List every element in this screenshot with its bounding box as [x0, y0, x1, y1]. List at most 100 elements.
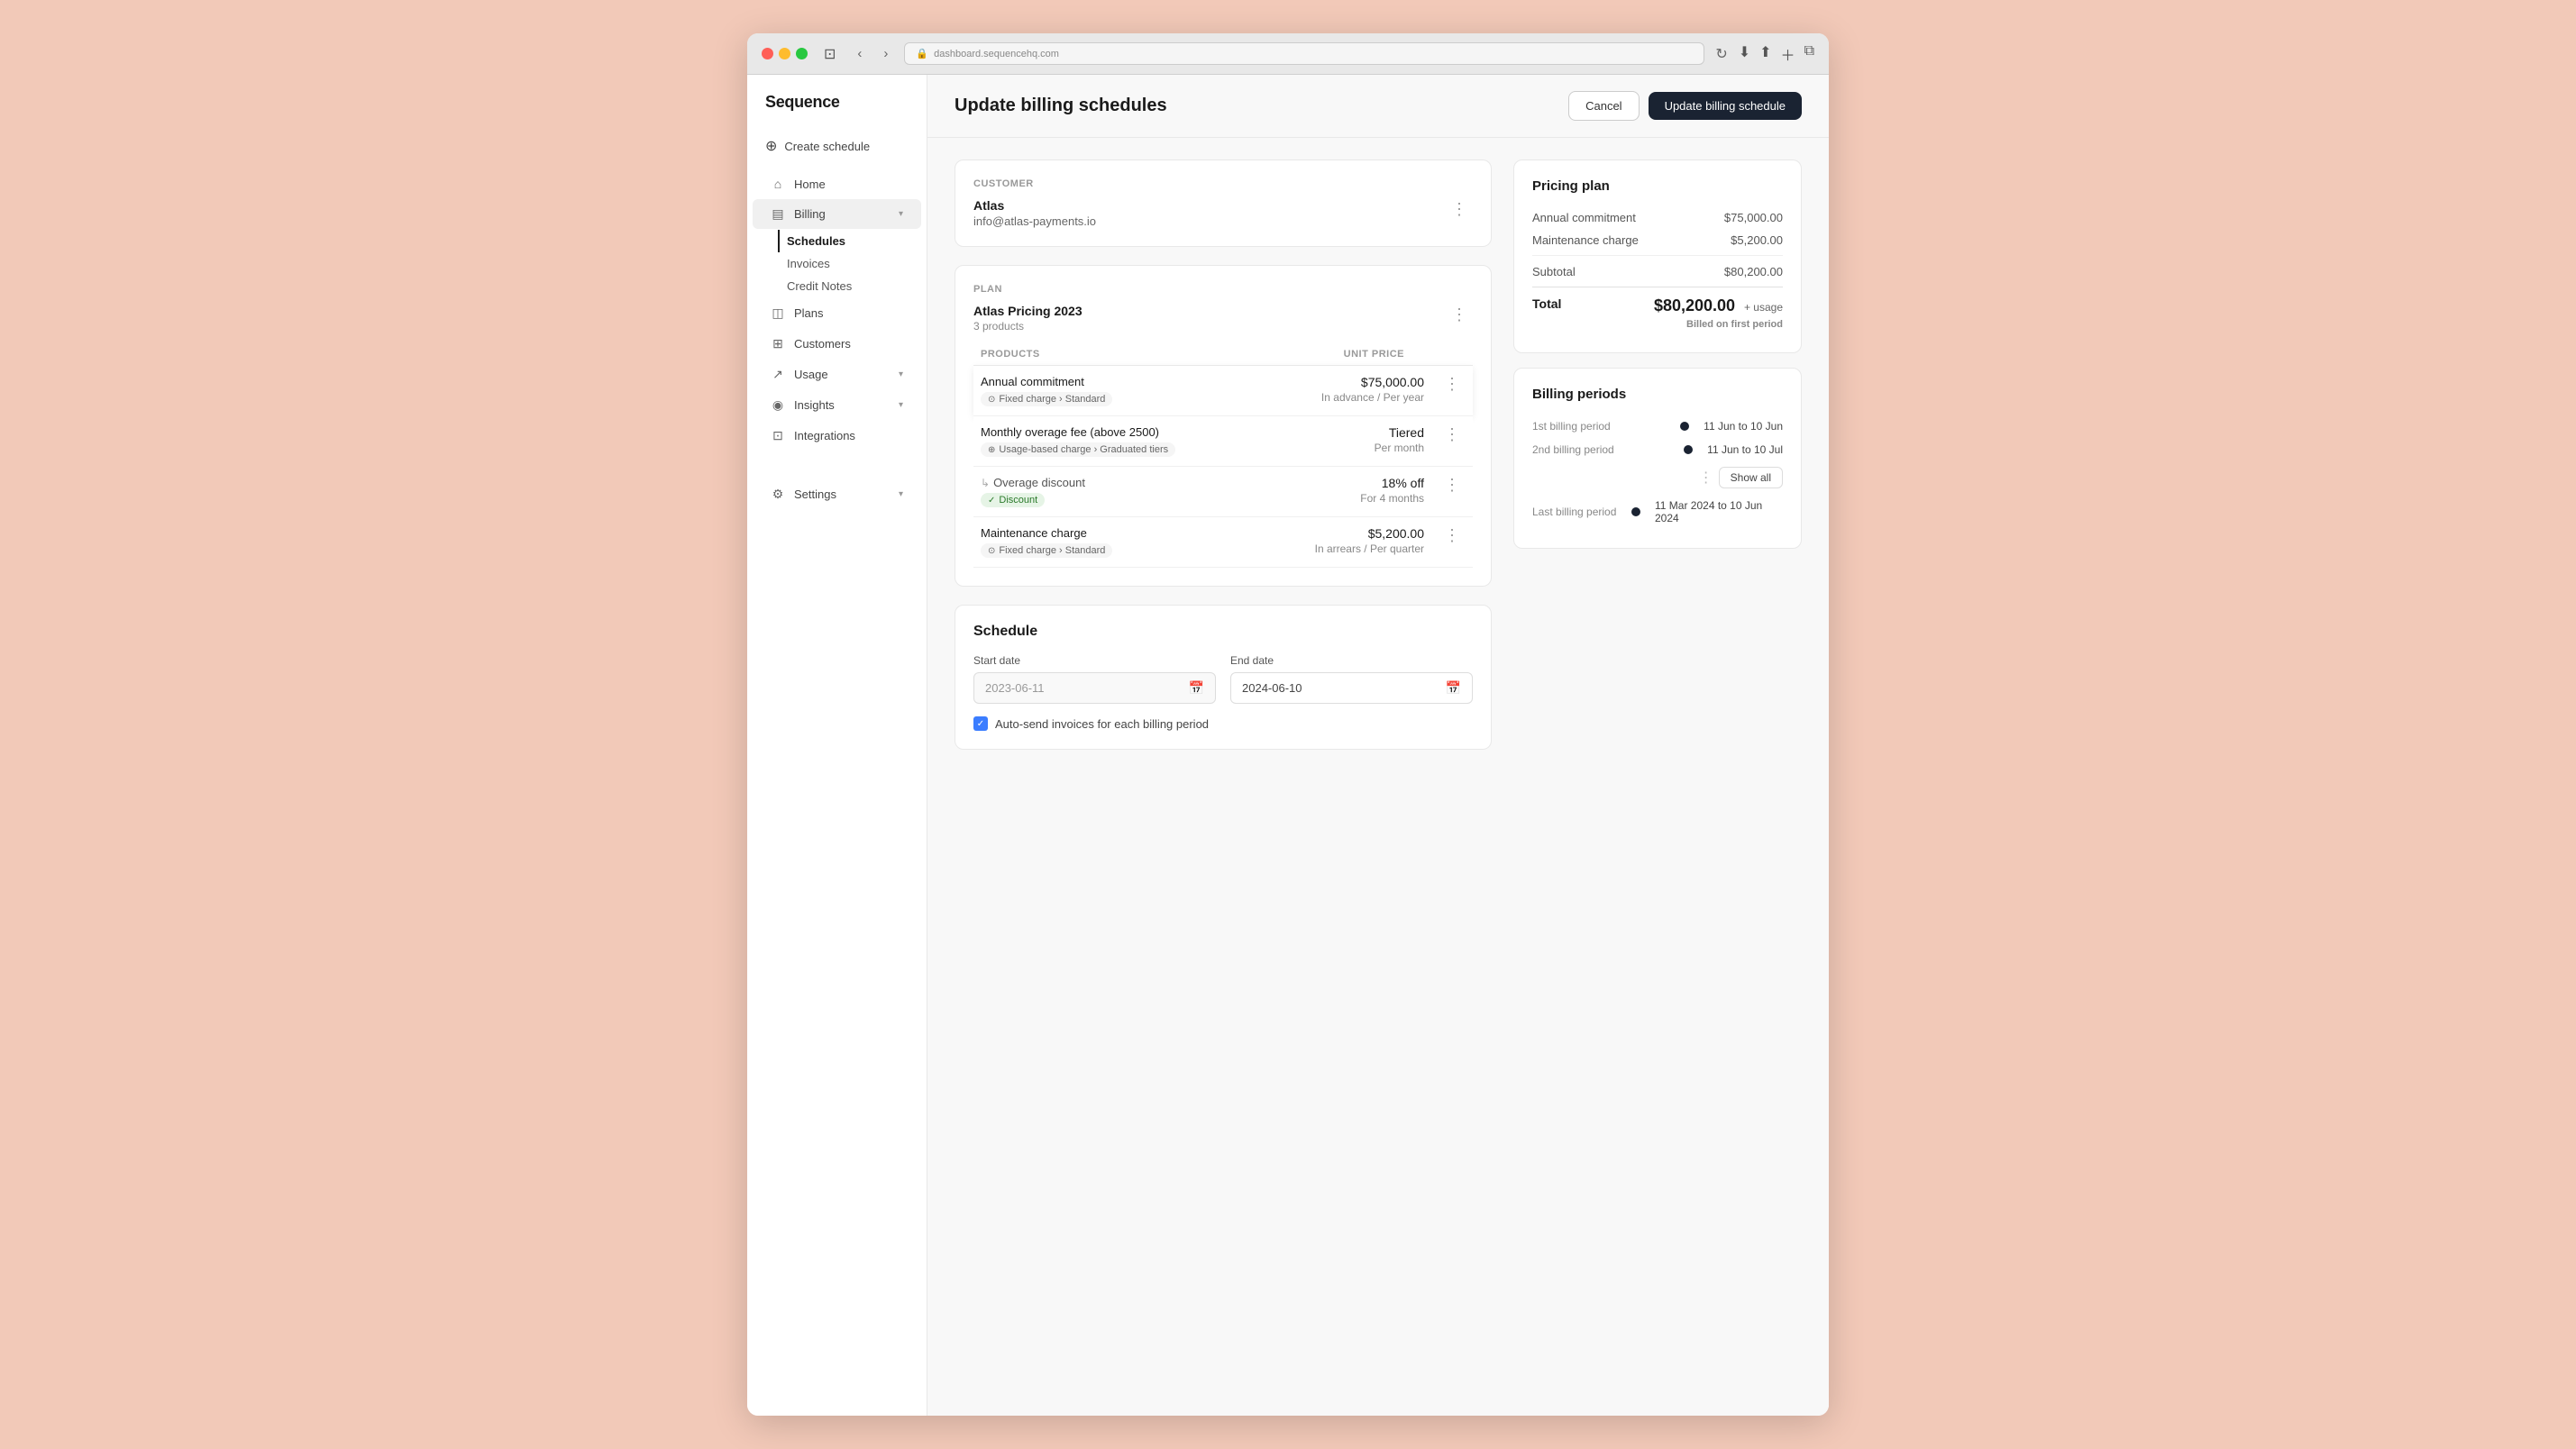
sidebar-item-schedules[interactable]: Schedules	[778, 230, 927, 252]
app-logo: Sequence	[747, 93, 927, 130]
row-menu-button[interactable]: ⋮	[1439, 524, 1466, 546]
create-schedule-label: Create schedule	[784, 140, 870, 153]
browser-window: ⊡ ‹ › 🔒 dashboard.sequencehq.com ↻ ⬇ ⬆ ＋…	[747, 33, 1829, 1416]
row-menu-button[interactable]: ⋮	[1439, 373, 1466, 395]
close-button[interactable]	[762, 48, 773, 59]
sub-arrow-icon: ↳	[981, 477, 990, 489]
col-unit-price: UNIT PRICE	[1261, 343, 1431, 366]
badge-icon: ✓	[988, 496, 995, 506]
minimize-button[interactable]	[779, 48, 790, 59]
address-bar[interactable]: 🔒 dashboard.sequencehq.com	[904, 42, 1704, 65]
price-cell: $75,000.00 In advance / Per year	[1261, 366, 1431, 416]
period-row: 2nd billing period 11 Jun to 10 Jul	[1532, 438, 1783, 461]
total-row: Total $80,200.00 + usage Billed on first…	[1532, 287, 1783, 334]
total-usage: + usage	[1744, 301, 1783, 314]
sidebar-item-invoices[interactable]: Invoices	[787, 252, 927, 275]
sidebar-item-credit-notes[interactable]: Credit Notes	[787, 275, 927, 297]
start-date-input[interactable]: 2023-06-11 📅	[973, 672, 1216, 704]
product-name: Annual commitment	[981, 375, 1254, 388]
schedule-title: Schedule	[973, 624, 1473, 640]
url-text: dashboard.sequencehq.com	[934, 49, 1059, 59]
auto-send-checkbox[interactable]: ✓	[973, 716, 988, 731]
last-period-right: 11 Mar 2024 to 10 Jun 2024	[1631, 499, 1783, 524]
periods-menu-button[interactable]: ⋮	[1699, 469, 1713, 487]
refresh-icon[interactable]: ↻	[1715, 45, 1727, 63]
sidebar-toggle-button[interactable]: ⊡	[818, 43, 841, 65]
last-period-date: 11 Mar 2024 to 10 Jun 2024	[1655, 499, 1783, 524]
share-icon[interactable]: ⬆	[1759, 43, 1771, 65]
show-all-row: ⋮ Show all	[1532, 461, 1783, 494]
sidebar-billing-label: Billing	[794, 207, 826, 221]
total-label: Total	[1532, 296, 1561, 311]
chevron-down-icon-insights: ▾	[899, 400, 903, 410]
forward-button[interactable]: ›	[878, 44, 893, 63]
sidebar-integrations-label: Integrations	[794, 429, 855, 442]
update-billing-schedule-button[interactable]: Update billing schedule	[1649, 92, 1802, 120]
sidebar: Sequence ⊕ Create schedule ⌂ Home ▤ Bill…	[747, 75, 927, 1416]
new-tab-icon[interactable]: ＋	[1781, 43, 1795, 65]
sidebar-item-customers[interactable]: ⊞ Customers	[753, 329, 921, 359]
billed-note: Billed on first period	[1654, 319, 1783, 330]
end-date-input[interactable]: 2024-06-10 📅	[1230, 672, 1473, 704]
cancel-button[interactable]: Cancel	[1568, 91, 1639, 121]
right-column: Pricing plan Annual commitment $75,000.0…	[1513, 159, 1802, 1394]
plan-menu-button[interactable]: ⋮	[1446, 304, 1473, 326]
calendar-icon-end: 📅	[1446, 680, 1461, 696]
pricing-line-row: Maintenance charge $5,200.00	[1532, 229, 1783, 251]
show-all-button[interactable]: Show all	[1719, 467, 1783, 488]
browser-chrome: ⊡ ‹ › 🔒 dashboard.sequencehq.com ↻ ⬇ ⬆ ＋…	[747, 33, 1829, 75]
product-badge: ⊙Fixed charge › Standard	[981, 392, 1112, 406]
period-date: 11 Jun to 10 Jul	[1707, 443, 1783, 456]
copy-icon[interactable]: ⧉	[1804, 43, 1814, 65]
maximize-button[interactable]	[796, 48, 808, 59]
pricing-row-value: $75,000.00	[1724, 211, 1783, 224]
end-date-label: End date	[1230, 654, 1473, 667]
plans-icon: ◫	[771, 305, 785, 321]
browser-actions: ⬇ ⬆ ＋ ⧉	[1739, 43, 1814, 65]
plan-info: Atlas Pricing 2023 3 products	[973, 304, 1082, 333]
product-name: Monthly overage fee (above 2500)	[981, 425, 1254, 439]
sidebar-item-home[interactable]: ⌂ Home	[753, 169, 921, 198]
period-right: 11 Jun to 10 Jul	[1684, 443, 1783, 456]
billing-icon: ▤	[771, 206, 785, 222]
row-menu-button[interactable]: ⋮	[1439, 424, 1466, 445]
customer-email: info@atlas-payments.io	[973, 214, 1096, 228]
plan-section-label: Plan	[973, 284, 1473, 295]
main-body: Customer Atlas info@atlas-payments.io ⋮ …	[927, 138, 1829, 1416]
sidebar-home-label: Home	[794, 178, 826, 191]
pricing-line-row: Annual commitment $75,000.00	[1532, 206, 1783, 229]
product-name: Maintenance charge	[981, 526, 1254, 540]
customer-name: Atlas	[973, 198, 1096, 213]
plan-name: Atlas Pricing 2023	[973, 304, 1082, 318]
plus-circle-icon: ⊕	[765, 137, 777, 155]
chevron-down-icon-usage: ▾	[899, 369, 903, 379]
download-icon[interactable]: ⬇	[1739, 43, 1750, 65]
badge-icon: ⊙	[988, 546, 995, 556]
date-row: Start date 2023-06-11 📅 End date 2024-06…	[973, 654, 1473, 704]
main-content: Update billing schedules Cancel Update b…	[927, 75, 1829, 1416]
product-badge: ✓Discount	[981, 493, 1045, 507]
row-menu-button[interactable]: ⋮	[1439, 474, 1466, 496]
customer-menu-button[interactable]: ⋮	[1446, 198, 1473, 221]
period-right: 11 Jun to 10 Jun	[1680, 420, 1783, 433]
pricing-plan-title: Pricing plan	[1532, 178, 1783, 194]
sidebar-customers-label: Customers	[794, 337, 851, 351]
sidebar-item-integrations[interactable]: ⊡ Integrations	[753, 421, 921, 451]
price-cell: 18% off For 4 months	[1261, 467, 1431, 517]
sidebar-settings-label: Settings	[794, 488, 836, 501]
create-schedule-button[interactable]: ⊕ Create schedule	[747, 130, 927, 162]
sidebar-item-plans[interactable]: ◫ Plans	[753, 298, 921, 328]
app-layout: Sequence ⊕ Create schedule ⌂ Home ▤ Bill…	[747, 75, 1829, 1416]
period-row: 1st billing period 11 Jun to 10 Jun	[1532, 415, 1783, 438]
last-period-dot	[1631, 507, 1640, 516]
sidebar-item-billing[interactable]: ▤ Billing ▾	[753, 199, 921, 229]
home-icon: ⌂	[771, 177, 785, 191]
back-button[interactable]: ‹	[852, 44, 867, 63]
sidebar-item-usage[interactable]: ↗ Usage ▾	[753, 360, 921, 389]
sidebar-item-insights[interactable]: ◉ Insights ▾	[753, 390, 921, 420]
price-main: Tiered	[1268, 425, 1424, 440]
price-cell: $5,200.00 In arrears / Per quarter	[1261, 517, 1431, 568]
sidebar-item-settings[interactable]: ⚙ Settings ▾	[753, 479, 921, 509]
billing-periods-title: Billing periods	[1532, 387, 1783, 402]
customer-section-label: Customer	[973, 178, 1473, 189]
